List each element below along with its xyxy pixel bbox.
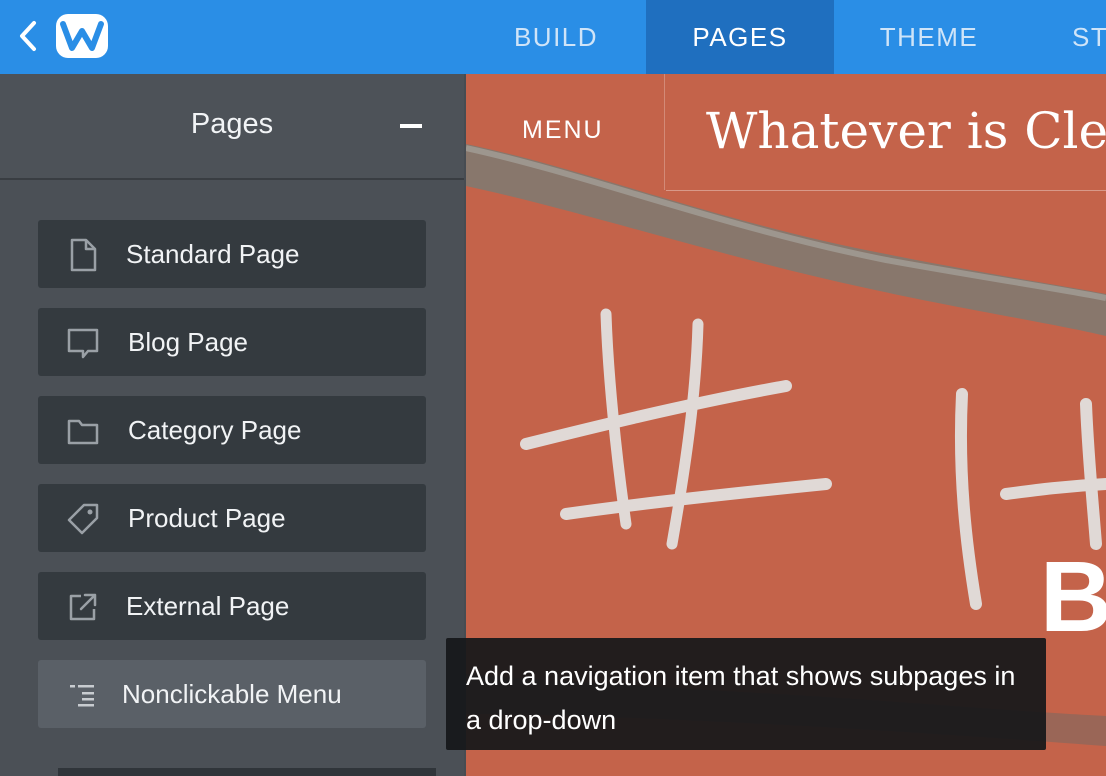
collapse-icon[interactable] — [400, 124, 422, 128]
category-page-label: Category Page — [128, 415, 302, 445]
back-button[interactable] — [12, 20, 44, 52]
sidebar-bottom-strip — [58, 768, 436, 776]
top-bar: BUILD PAGES THEME ST — [0, 0, 1106, 74]
weebly-logo[interactable] — [56, 14, 108, 58]
site-title[interactable]: Whatever is Cle — [706, 102, 1106, 160]
external-link-icon — [66, 590, 100, 624]
folder-icon — [66, 414, 100, 448]
tab-pages[interactable]: PAGES — [646, 0, 834, 74]
external-page-button[interactable]: External Page — [38, 572, 426, 640]
tooltip: Add a navigation item that shows subpage… — [446, 638, 1046, 750]
tab-store[interactable]: ST — [1060, 0, 1106, 74]
chevron-left-icon — [20, 21, 36, 51]
product-page-label: Product Page — [128, 503, 286, 533]
product-page-button[interactable]: Product Page — [38, 484, 426, 552]
nonclickable-menu-button[interactable]: Nonclickable Menu — [38, 660, 426, 728]
tab-build[interactable]: BUILD — [470, 0, 642, 74]
external-page-label: External Page — [126, 591, 290, 621]
tooltip-text: Add a navigation item that shows subpage… — [466, 661, 1016, 735]
speech-bubble-icon — [66, 326, 100, 360]
sidebar-header: Pages — [0, 74, 464, 180]
indented-list-icon — [66, 678, 100, 712]
hero-heading[interactable]: B — [1040, 540, 1106, 655]
standard-page-label: Standard Page — [126, 239, 300, 269]
standard-page-button[interactable]: Standard Page — [38, 220, 426, 288]
blog-page-button[interactable]: Blog Page — [38, 308, 426, 376]
tab-theme[interactable]: THEME — [836, 0, 1022, 74]
pages-sidebar: Pages Standard Page Blog Page Category P… — [0, 74, 464, 776]
sidebar-title: Pages — [190, 108, 274, 140]
preview-menu-button[interactable]: MENU — [522, 116, 604, 145]
document-icon — [66, 238, 100, 272]
tag-icon — [66, 502, 100, 536]
blog-page-label: Blog Page — [128, 327, 248, 357]
nonclickable-menu-label: Nonclickable Menu — [122, 679, 342, 709]
category-page-button[interactable]: Category Page — [38, 396, 426, 464]
header-underline — [666, 190, 1106, 191]
header-divider — [664, 74, 665, 190]
